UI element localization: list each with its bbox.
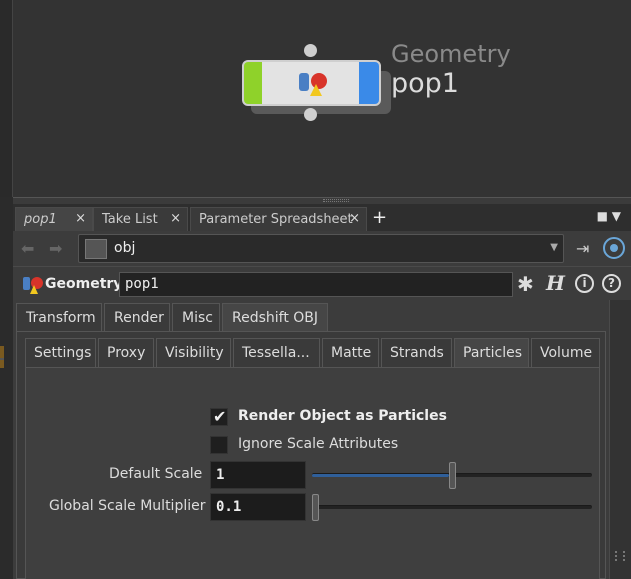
tab-label: Tessella...: [242, 345, 310, 361]
close-icon[interactable]: ×: [349, 211, 360, 226]
tab-render[interactable]: Render: [104, 303, 170, 332]
tab-transform[interactable]: Transform: [16, 303, 102, 332]
tab-label: Volume: [540, 345, 593, 361]
default-scale-field[interactable]: 1: [210, 461, 306, 489]
tab-label: pop1: [24, 212, 57, 227]
node-output-connector[interactable]: [304, 108, 317, 121]
add-tab-icon[interactable]: +: [372, 207, 387, 228]
network-editor[interactable]: Geometry pop1: [0, 0, 631, 197]
tab-take-list[interactable]: Take List ×: [93, 207, 188, 231]
geometry-icon: [23, 277, 43, 294]
default-scale-label: Default Scale: [109, 466, 203, 482]
node-name-label[interactable]: pop1: [391, 68, 459, 99]
tab-tessellation[interactable]: Tessella...: [233, 338, 320, 368]
tab-pop1[interactable]: pop1 ×: [15, 207, 93, 231]
gear-icon[interactable]: ✱: [517, 272, 534, 296]
path-field[interactable]: obj ▼: [78, 234, 564, 263]
global-scale-multiplier-slider[interactable]: [312, 494, 592, 521]
node-render-flag[interactable]: [359, 62, 379, 104]
tab-proxy[interactable]: Proxy: [98, 338, 154, 368]
checkmark-icon: ✔: [213, 407, 227, 426]
render-as-particles-label: Render Object as Particles: [238, 408, 447, 424]
tab-particles[interactable]: Particles: [454, 338, 529, 368]
parameter-header: Geometry pop1 ✱ H i ?: [13, 266, 631, 300]
node-type-label: Geometry: [391, 40, 511, 68]
tab-settings[interactable]: Settings: [25, 338, 96, 368]
tab-visibility[interactable]: Visibility: [156, 338, 231, 368]
chevron-down-icon[interactable]: ▼: [550, 242, 558, 253]
network-left-strip: [0, 0, 13, 197]
default-scale-slider-fill: [312, 474, 449, 477]
splitter-grip-icon[interactable]: [323, 199, 349, 202]
tab-label: Particles: [463, 345, 523, 361]
panel-scrollbar[interactable]: [609, 300, 631, 579]
tab-misc[interactable]: Misc: [172, 303, 220, 332]
tab-strands[interactable]: Strands: [381, 338, 452, 368]
link-pane-icon[interactable]: [603, 237, 625, 259]
default-scale-slider[interactable]: [312, 462, 592, 489]
geometry-icon: [299, 73, 327, 96]
tab-label: Settings: [34, 345, 92, 361]
pane-splitter[interactable]: [13, 197, 631, 204]
tab-label: Take List: [102, 212, 158, 227]
tab-volume[interactable]: Volume: [531, 338, 600, 368]
tab-label: Misc: [182, 310, 213, 326]
tab-label: Visibility: [165, 345, 224, 361]
global-scale-multiplier-field[interactable]: 0.1: [210, 493, 306, 521]
render-as-particles-checkbox[interactable]: ✔: [210, 407, 228, 426]
tab-label: Redshift OBJ: [232, 310, 319, 326]
back-arrow-icon[interactable]: ⬅: [21, 239, 34, 258]
node-type-title: Geometry: [45, 276, 123, 292]
ignore-scale-checkbox[interactable]: [210, 436, 228, 454]
resize-grip-icon[interactable]: [615, 551, 625, 561]
pane-tab-bar: pop1 × Take List × Parameter Spreadsheet…: [13, 204, 631, 231]
pin-icon[interactable]: ⇥: [576, 239, 589, 258]
default-scale-slider-handle[interactable]: [449, 462, 456, 489]
close-icon[interactable]: ×: [75, 211, 86, 226]
tab-parameter-spreadsheet[interactable]: Parameter Spreadsheet ×: [190, 207, 367, 231]
global-scale-multiplier-slider-handle[interactable]: [312, 494, 319, 521]
geometry-node[interactable]: [242, 60, 381, 106]
tab-matte[interactable]: Matte: [322, 338, 379, 368]
path-text: obj: [114, 240, 136, 256]
forward-arrow-icon[interactable]: ➡: [49, 239, 62, 258]
left-edge-marker: [0, 346, 4, 368]
global-scale-multiplier-label: Global Scale Multiplier: [49, 498, 206, 514]
tab-redshift-obj[interactable]: Redshift OBJ: [222, 303, 328, 332]
tab-label: Parameter Spreadsheet: [199, 212, 353, 227]
tab-label: Render: [114, 310, 164, 326]
tab-label: Matte: [331, 345, 372, 361]
ignore-scale-label: Ignore Scale Attributes: [238, 436, 399, 452]
houdini-help-icon[interactable]: H: [546, 271, 565, 295]
left-edge-marker: [0, 358, 4, 360]
tab-label: Strands: [390, 345, 444, 361]
node-name-field[interactable]: pop1: [119, 272, 513, 297]
tab-label: Proxy: [107, 345, 146, 361]
node-display-flag[interactable]: [244, 62, 262, 104]
obj-context-icon: [85, 239, 107, 259]
path-bar: ⬅ ➡ obj ▼ ⇥: [13, 231, 631, 266]
help-icon[interactable]: ?: [602, 274, 621, 293]
info-icon[interactable]: i: [575, 274, 594, 293]
tab-label: Transform: [26, 310, 96, 326]
close-icon[interactable]: ×: [170, 211, 181, 226]
node-input-connector[interactable]: [304, 44, 317, 57]
pane-menu-icon[interactable]: ■ ▼: [597, 209, 621, 223]
